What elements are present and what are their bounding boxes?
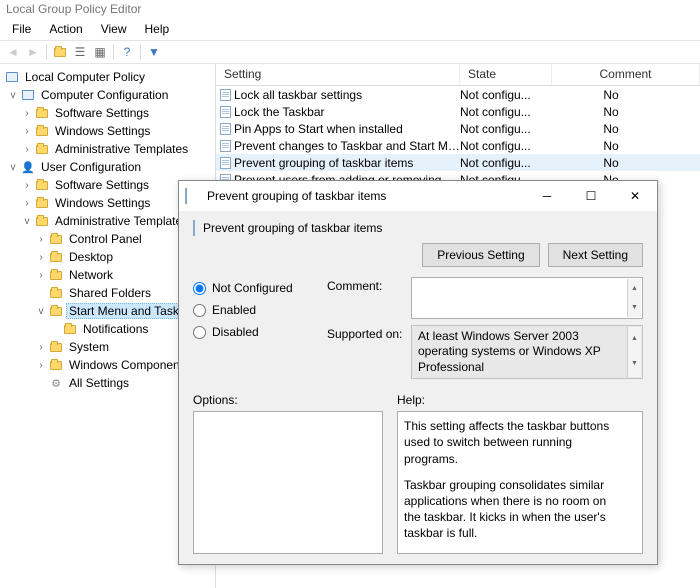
options-box[interactable] xyxy=(193,411,383,554)
list-row[interactable]: Pin Apps to Start when installedNot conf… xyxy=(216,120,700,137)
up-icon[interactable] xyxy=(51,43,69,61)
radio-disabled[interactable]: Disabled xyxy=(193,321,313,343)
next-setting-button[interactable]: Next Setting xyxy=(548,243,643,267)
menu-bar: File Action View Help xyxy=(0,20,700,40)
options-label: Options: xyxy=(193,393,383,407)
list-row[interactable]: Prevent changes to Taskbar and Start Men… xyxy=(216,137,700,154)
collapse-icon[interactable]: v xyxy=(34,306,48,317)
row-comment: No xyxy=(552,122,700,136)
filter-icon[interactable]: ▼ xyxy=(145,43,163,61)
row-comment: No xyxy=(552,105,700,119)
dialog-icon xyxy=(185,189,201,203)
radio-enabled[interactable]: Enabled xyxy=(193,299,313,321)
row-state: Not configu... xyxy=(460,105,552,119)
row-state: Not configu... xyxy=(460,156,552,170)
radio-disabled-input[interactable] xyxy=(193,326,206,339)
tree-user-config[interactable]: v👤User Configuration xyxy=(2,158,213,176)
policy-heading: Prevent grouping of taskbar items xyxy=(203,221,382,235)
col-state[interactable]: State xyxy=(460,64,552,85)
expand-icon[interactable]: › xyxy=(34,270,48,281)
policy-icon xyxy=(216,140,234,152)
help-text[interactable]: This setting affects the taskbar buttons… xyxy=(397,411,643,554)
expand-icon[interactable]: › xyxy=(20,180,34,191)
spin-down-icon[interactable]: ▼ xyxy=(627,352,641,377)
properties-icon[interactable]: ▦ xyxy=(91,43,109,61)
maximize-button[interactable]: ☐ xyxy=(569,182,613,210)
supported-label: Supported on: xyxy=(327,325,411,379)
expand-icon[interactable]: › xyxy=(34,342,48,353)
row-state: Not configu... xyxy=(460,88,552,102)
user-icon: 👤 xyxy=(20,160,36,174)
expand-icon[interactable]: › xyxy=(34,234,48,245)
row-setting: Lock the Taskbar xyxy=(234,105,460,119)
list-header: Setting State Comment xyxy=(216,64,700,86)
row-state: Not configu... xyxy=(460,122,552,136)
comment-textbox[interactable]: ▲▼ xyxy=(411,277,643,319)
list-row[interactable]: Lock all taskbar settingsNot configu...N… xyxy=(216,86,700,103)
menu-file[interactable]: File xyxy=(4,20,39,40)
toolbar-separator xyxy=(140,44,141,60)
toolbar: ◄ ► ☰ ▦ ? ▼ xyxy=(0,40,700,64)
row-comment: No xyxy=(552,156,700,170)
comment-label: Comment: xyxy=(327,277,411,319)
collapse-icon[interactable]: v xyxy=(6,90,20,101)
col-setting[interactable]: Setting xyxy=(216,64,460,85)
tree-cc-windows[interactable]: ›Windows Settings xyxy=(2,122,213,140)
expand-icon[interactable]: › xyxy=(20,144,34,155)
row-state: Not configu... xyxy=(460,139,552,153)
collapse-icon[interactable]: v xyxy=(20,216,34,227)
dialog-title: Prevent grouping of taskbar items xyxy=(207,189,525,203)
close-button[interactable]: ✕ xyxy=(613,182,657,210)
menu-help[interactable]: Help xyxy=(137,20,178,40)
list-row[interactable]: Lock the TaskbarNot configu...No xyxy=(216,103,700,120)
back-icon: ◄ xyxy=(4,43,22,61)
list-icon[interactable]: ☰ xyxy=(71,43,89,61)
row-setting: Lock all taskbar settings xyxy=(234,88,460,102)
radio-not-configured-input[interactable] xyxy=(193,282,206,295)
row-setting: Prevent changes to Taskbar and Start Men… xyxy=(234,139,460,153)
help-icon[interactable]: ? xyxy=(118,43,136,61)
state-radios: Not Configured Enabled Disabled xyxy=(193,277,313,385)
menu-action[interactable]: Action xyxy=(41,20,90,40)
tree-computer-config[interactable]: vComputer Configuration xyxy=(2,86,213,104)
expand-icon[interactable]: › xyxy=(34,252,48,263)
spin-up-icon[interactable]: ▲ xyxy=(627,279,641,298)
expand-icon[interactable]: › xyxy=(20,108,34,119)
previous-setting-button[interactable]: Previous Setting xyxy=(422,243,539,267)
minimize-button[interactable]: ─ xyxy=(525,182,569,210)
expand-icon[interactable]: › xyxy=(34,360,48,371)
gear-icon: ⚙ xyxy=(48,376,64,390)
policy-icon xyxy=(193,221,195,235)
expand-icon[interactable]: › xyxy=(20,126,34,137)
supported-text: At least Windows Server 2003 operating s… xyxy=(411,325,643,379)
policy-icon xyxy=(216,157,234,169)
policy-icon xyxy=(216,123,234,135)
radio-not-configured[interactable]: Not Configured xyxy=(193,277,313,299)
tree-cc-admin[interactable]: ›Administrative Templates xyxy=(2,140,213,158)
list-row[interactable]: Prevent grouping of taskbar itemsNot con… xyxy=(216,154,700,171)
policy-icon xyxy=(216,106,234,118)
tree-root[interactable]: Local Computer Policy xyxy=(2,68,213,86)
collapse-icon[interactable]: v xyxy=(6,162,20,173)
col-comment[interactable]: Comment xyxy=(552,64,700,85)
policy-icon xyxy=(216,89,234,101)
row-comment: No xyxy=(552,88,700,102)
policy-dialog: Prevent grouping of taskbar items ─ ☐ ✕ … xyxy=(178,180,658,565)
row-comment: No xyxy=(552,139,700,153)
help-label: Help: xyxy=(397,393,643,407)
menu-view[interactable]: View xyxy=(93,20,135,40)
expand-icon[interactable]: › xyxy=(20,198,34,209)
row-setting: Pin Apps to Start when installed xyxy=(234,122,460,136)
spin-down-icon[interactable]: ▼ xyxy=(627,298,641,317)
radio-enabled-input[interactable] xyxy=(193,304,206,317)
spin-up-icon[interactable]: ▲ xyxy=(627,327,641,352)
toolbar-separator xyxy=(113,44,114,60)
forward-icon: ► xyxy=(24,43,42,61)
tree-cc-software[interactable]: ›Software Settings xyxy=(2,104,213,122)
row-setting: Prevent grouping of taskbar items xyxy=(234,156,460,170)
toolbar-separator xyxy=(46,44,47,60)
window-title: Local Group Policy Editor xyxy=(0,0,700,20)
dialog-titlebar[interactable]: Prevent grouping of taskbar items ─ ☐ ✕ xyxy=(179,181,657,211)
